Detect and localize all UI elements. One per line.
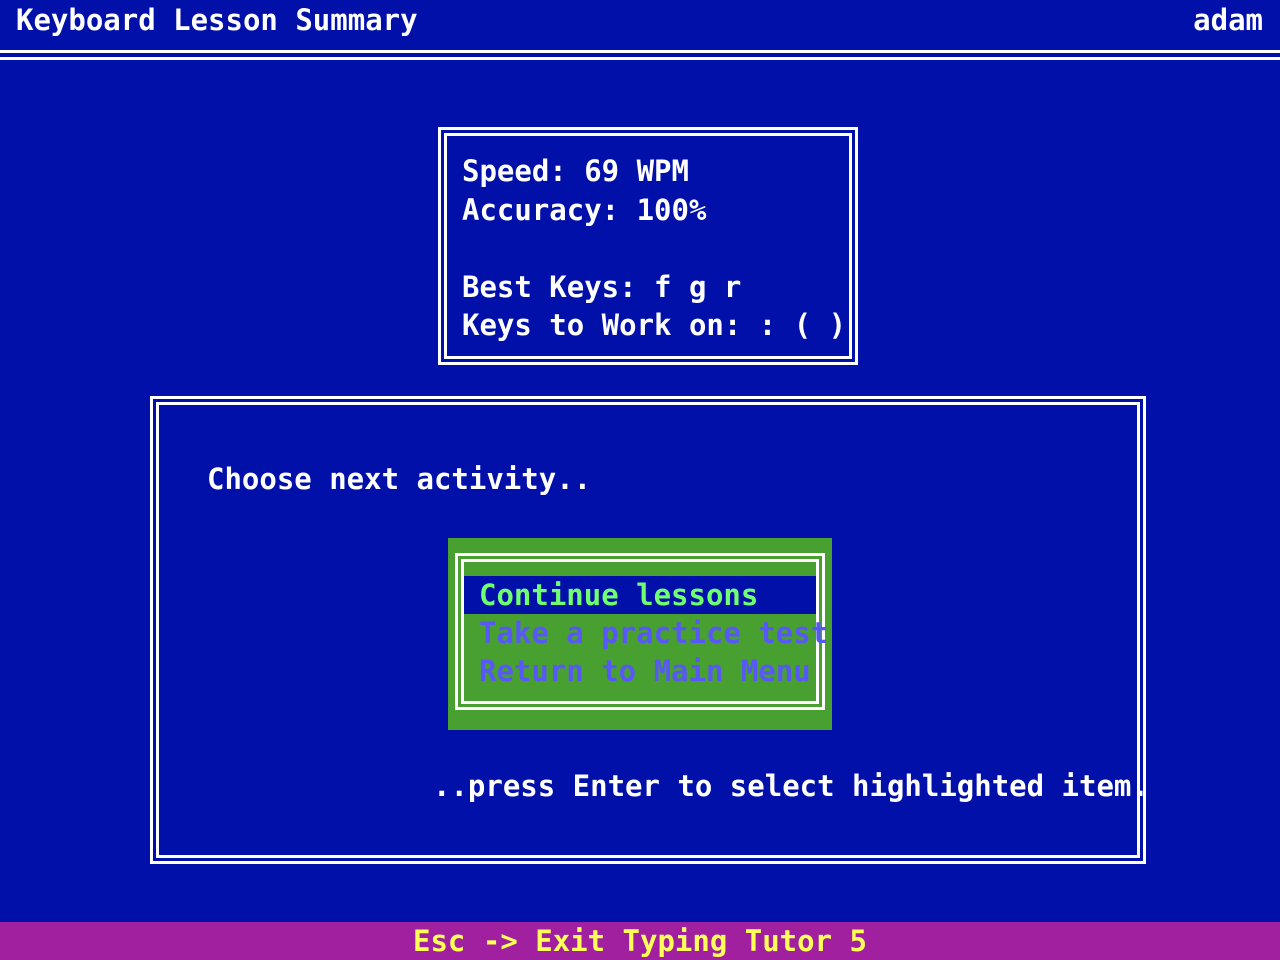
page-title: Keyboard Lesson Summary xyxy=(16,3,418,37)
exit-hint[interactable]: Esc -> Exit Typing Tutor 5 xyxy=(0,922,1280,960)
header-divider xyxy=(0,50,1280,60)
menu-item-practice-test[interactable]: Take a practice test xyxy=(464,614,828,652)
keys-to-work-on-stat: Keys to Work on: : ( ) xyxy=(462,308,847,342)
menu-item-continue-lessons[interactable]: Continue lessons xyxy=(464,576,816,614)
activity-menu: Continue lessons Take a practice test Re… xyxy=(448,538,832,730)
user-name: adam xyxy=(1193,3,1263,37)
accuracy-stat: Accuracy: 100% xyxy=(462,193,707,227)
menu-item-main-menu[interactable]: Return to Main Menu xyxy=(464,652,816,690)
activity-prompt: Choose next activity.. xyxy=(207,462,592,496)
speed-stat: Speed: 69 WPM xyxy=(462,154,689,188)
footer-bar: Esc -> Exit Typing Tutor 5 xyxy=(0,922,1280,960)
best-keys-stat: Best Keys: f g r xyxy=(462,270,742,304)
enter-hint: ..press Enter to select highlighted item… xyxy=(433,769,1149,803)
